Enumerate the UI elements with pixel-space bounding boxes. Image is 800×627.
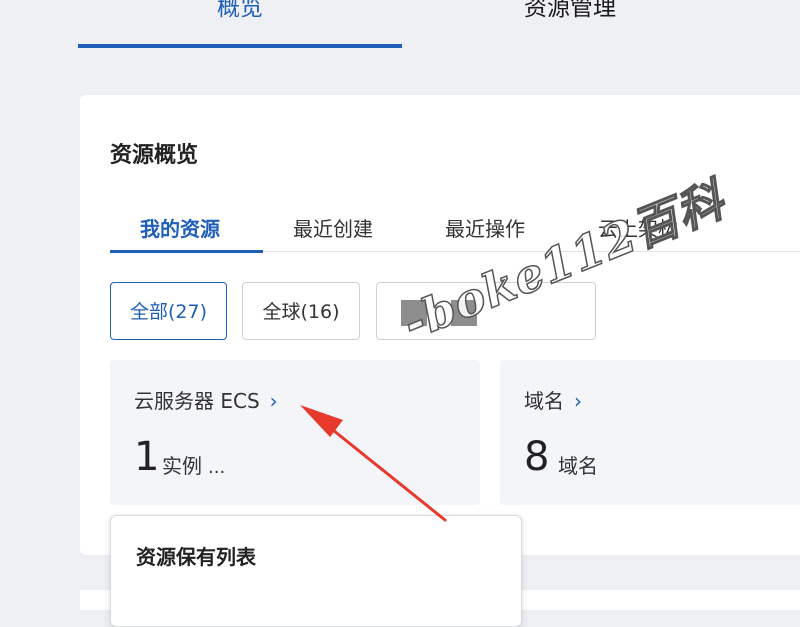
- resource-count: 8: [524, 434, 550, 480]
- resource-name-label: 域名: [524, 389, 564, 413]
- tab-my-resources[interactable]: 我的资源: [140, 213, 220, 242]
- tab-overview[interactable]: 概览: [78, 0, 402, 48]
- resource-holding-popover: 资源保有列表: [110, 515, 522, 627]
- resource-card-domain[interactable]: 域名 › 8 域名: [500, 360, 800, 505]
- filter-all-button[interactable]: 全部(27): [110, 282, 227, 340]
- tab-recently-created[interactable]: 最近创建: [293, 213, 373, 242]
- card-title: 资源概览: [110, 143, 199, 168]
- resource-unit: 域名: [558, 454, 598, 478]
- resource-name-label: 云服务器 ECS: [134, 389, 260, 413]
- top-tab-bar: 概览 资源管理: [0, 0, 800, 48]
- chevron-right-icon[interactable]: ›: [270, 389, 278, 413]
- chevron-right-icon[interactable]: ›: [574, 389, 582, 413]
- resource-unit-label: 实例: [162, 454, 202, 478]
- resource-count: 1: [134, 434, 160, 480]
- resource-name[interactable]: 云服务器 ECS ›: [134, 385, 278, 414]
- popover-title: 资源保有列表: [136, 545, 256, 569]
- tab-resource-management-label: 资源管理: [524, 0, 616, 21]
- resource-card-ecs[interactable]: 云服务器 ECS › 1 实例...: [110, 360, 480, 505]
- filter-global-button[interactable]: 全球(16): [242, 282, 360, 340]
- tab-recent-operations[interactable]: 最近操作: [445, 213, 525, 242]
- more-icon[interactable]: ...: [208, 457, 225, 478]
- tab-overview-label: 概览: [217, 0, 263, 21]
- active-tab-indicator: [110, 250, 263, 253]
- tab-resource-management[interactable]: 资源管理: [470, 0, 670, 48]
- resource-unit: 实例...: [162, 450, 225, 479]
- resource-name[interactable]: 域名 ›: [524, 385, 582, 414]
